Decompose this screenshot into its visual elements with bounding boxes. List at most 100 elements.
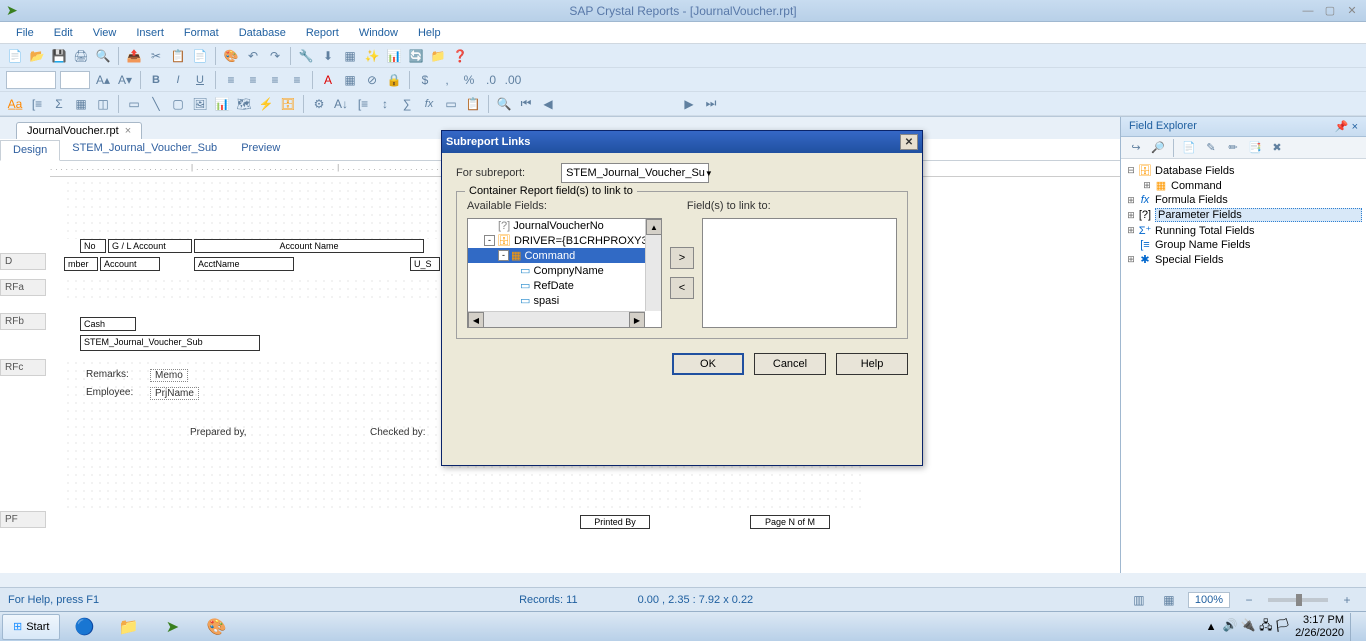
select-expert-icon[interactable]: 🔧 (296, 46, 316, 66)
tray-clock[interactable]: 3:17 PM 2/26/2020 (1295, 614, 1344, 638)
new-icon[interactable]: 📄 (5, 46, 25, 66)
thousands-icon[interactable]: , (437, 70, 457, 90)
refresh-icon[interactable]: 🔄 (406, 46, 426, 66)
menu-insert[interactable]: Insert (126, 25, 174, 41)
tab-preview[interactable]: Preview (229, 139, 292, 160)
ole-icon[interactable]: ▭ (441, 94, 461, 114)
database-expert-icon[interactable]: 🗄 (278, 94, 298, 114)
increase-font-icon[interactable]: A▴ (93, 70, 113, 90)
menu-file[interactable]: File (6, 25, 44, 41)
rename-icon[interactable]: ✏ (1223, 138, 1243, 158)
node-parameter-fields[interactable]: ⊞[?]Parameter Fields (1125, 207, 1362, 223)
line-icon[interactable]: ╲ (146, 94, 166, 114)
tab-design[interactable]: Design (0, 140, 60, 161)
field-pagen[interactable]: Page N of M (750, 515, 830, 529)
highlight-icon[interactable]: ✨ (362, 46, 382, 66)
show-desktop-button[interactable] (1350, 613, 1358, 641)
template-icon[interactable]: 📋 (463, 94, 483, 114)
cut-icon[interactable]: ✂ (146, 46, 166, 66)
field-acctname[interactable]: AcctName (194, 257, 294, 271)
menu-help[interactable]: Help (408, 25, 451, 41)
field-printedby[interactable]: Printed By (580, 515, 650, 529)
record-sort-icon[interactable]: ∑ (397, 94, 417, 114)
chrome-icon[interactable]: 🔵 (64, 614, 104, 640)
align-justify-icon[interactable]: ≡ (287, 70, 307, 90)
size-dropdown[interactable] (60, 71, 90, 89)
section-rfc[interactable]: RFc (0, 359, 46, 376)
tray-expand-icon[interactable]: ▲ (1206, 621, 1217, 633)
maximize-button[interactable]: ▢ (1320, 4, 1340, 18)
col-acctname[interactable]: Account Name (194, 239, 424, 253)
zoom-out-icon[interactable]: − (1239, 590, 1259, 610)
new-formula-icon[interactable]: 📄 (1179, 138, 1199, 158)
menu-database[interactable]: Database (229, 25, 296, 41)
label-employee[interactable]: Employee: (86, 387, 133, 398)
border-icon[interactable]: ▦ (340, 70, 360, 90)
node-database-fields[interactable]: ⊟🗄Database Fields (1125, 163, 1362, 178)
menu-report[interactable]: Report (296, 25, 349, 41)
section-pf[interactable]: PF (0, 511, 46, 528)
node-group-name[interactable]: [≡Group Name Fields (1125, 238, 1362, 252)
view-mode2-icon[interactable]: ▦ (1159, 590, 1179, 610)
close-panel-icon[interactable]: × (1352, 121, 1358, 133)
prev-page-icon[interactable]: ◀ (538, 94, 558, 114)
group-expert-icon[interactable]: [≡ (353, 94, 373, 114)
ok-button[interactable]: OK (672, 353, 744, 375)
export-icon[interactable]: 📤 (124, 46, 144, 66)
paint-icon[interactable]: 🎨 (196, 614, 236, 640)
browse-icon[interactable]: 🔎 (1148, 138, 1168, 158)
group-icon[interactable]: 📁 (428, 46, 448, 66)
redo-icon[interactable]: ↷ (265, 46, 285, 66)
box-icon[interactable]: ▢ (168, 94, 188, 114)
close-button[interactable]: ✕ (1342, 4, 1362, 18)
lock-format-icon[interactable]: 🔒 (384, 70, 404, 90)
section-rfb[interactable]: RFb (0, 313, 46, 330)
sort-icon[interactable]: ⬇ (318, 46, 338, 66)
edit-icon[interactable]: ✎ (1201, 138, 1221, 158)
section-rfa[interactable]: RFa (0, 279, 46, 296)
menu-window[interactable]: Window (349, 25, 408, 41)
decrease-font-icon[interactable]: A▾ (115, 70, 135, 90)
sort-expert-icon[interactable]: A↓ (331, 94, 351, 114)
field-memo[interactable]: Memo (150, 369, 188, 382)
file-explorer-icon[interactable]: 📁 (108, 614, 148, 640)
open-icon[interactable]: 📂 (27, 46, 47, 66)
field-prjname[interactable]: PrjName (150, 387, 199, 400)
col-no[interactable]: No (80, 239, 106, 253)
last-page-icon[interactable]: ⏭ (701, 94, 721, 114)
group-insert-icon[interactable]: [≡ (27, 94, 47, 114)
move-left-button[interactable]: < (670, 277, 694, 299)
percent-icon[interactable]: % (459, 70, 479, 90)
close-tab-icon[interactable]: × (125, 125, 131, 137)
duplicate-icon[interactable]: 📑 (1245, 138, 1265, 158)
node-special[interactable]: ⊞✱Special Fields (1125, 252, 1362, 267)
view-mode1-icon[interactable]: ▥ (1129, 590, 1149, 610)
zoom-in-icon[interactable]: + (1337, 590, 1357, 610)
italic-icon[interactable]: I (168, 70, 188, 90)
bold-icon[interactable]: B (146, 70, 166, 90)
menu-view[interactable]: View (83, 25, 127, 41)
section-d[interactable]: D (0, 253, 46, 270)
field-account[interactable]: Account (100, 257, 160, 271)
node-running-total[interactable]: ⊞Σ⁺Running Total Fields (1125, 223, 1362, 238)
menu-edit[interactable]: Edit (44, 25, 83, 41)
olap-icon[interactable]: ◫ (93, 94, 113, 114)
first-page-icon[interactable]: ⏮ (516, 94, 536, 114)
summary-icon[interactable]: Σ (49, 94, 69, 114)
increase-decimal-icon[interactable]: .0 (481, 70, 501, 90)
tray-icons[interactable]: 🔊 🔌 🖧 🏳 (1223, 616, 1290, 637)
crystal-reports-icon[interactable]: ➤ (152, 614, 192, 640)
insert-field-icon[interactable]: 📊 (384, 46, 404, 66)
help-icon[interactable]: ❓ (450, 46, 470, 66)
scrollbar-v[interactable]: ▲ (645, 219, 661, 311)
node-formula-fields[interactable]: ⊞fxFormula Fields (1125, 193, 1362, 207)
label-checked[interactable]: Checked by: (370, 427, 426, 438)
file-tab[interactable]: JournalVoucher.rpt × (16, 122, 142, 139)
field-us[interactable]: U_S (410, 257, 440, 271)
col-gl[interactable]: G / L Account (108, 239, 192, 253)
formula-icon[interactable]: fx (419, 94, 439, 114)
align-center-icon[interactable]: ≡ (243, 70, 263, 90)
underline-icon[interactable]: U (190, 70, 210, 90)
format-icon[interactable]: 🎨 (221, 46, 241, 66)
subreport-icon[interactable]: ▭ (124, 94, 144, 114)
